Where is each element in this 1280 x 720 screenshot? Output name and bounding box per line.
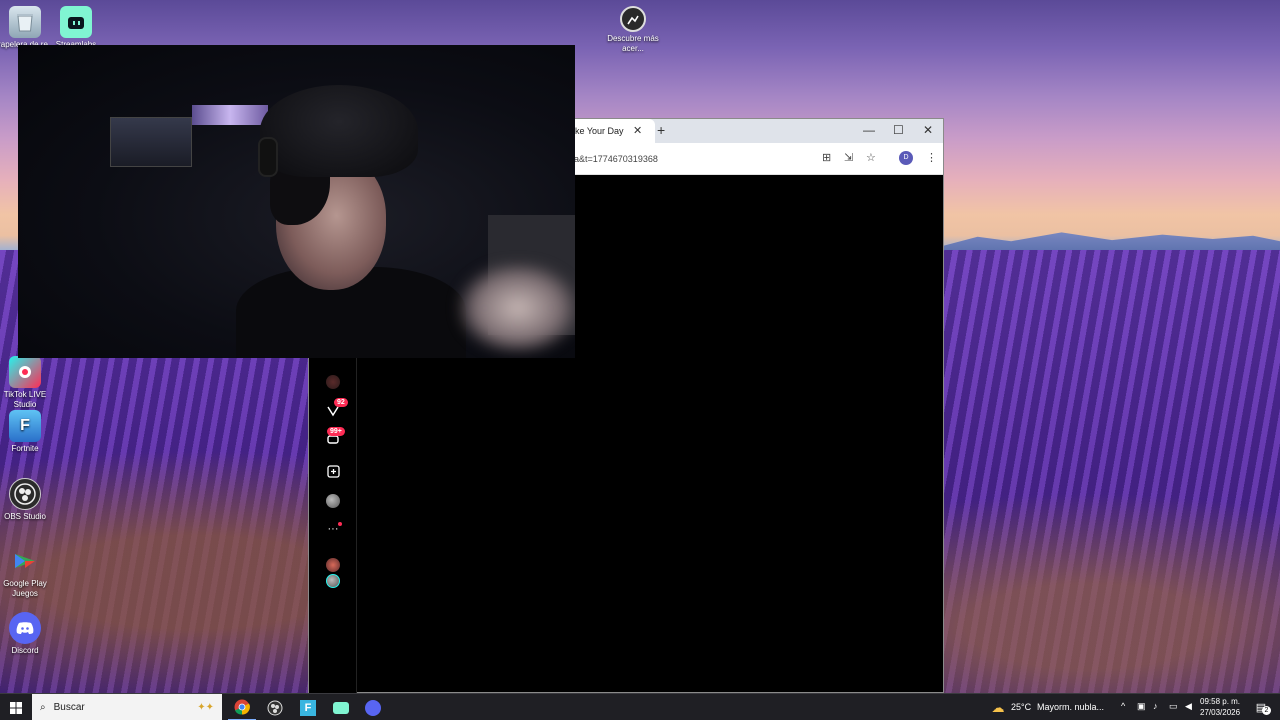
taskbar-chrome[interactable] (228, 694, 256, 720)
desktop-icon-google-play[interactable]: Google Play Juegos (0, 545, 58, 599)
start-button[interactable] (4, 694, 28, 720)
profile-avatar[interactable]: D (899, 151, 913, 165)
notification-dot (338, 522, 342, 526)
following-avatar-icon (326, 558, 340, 572)
desktop-icon-label: OBS Studio (4, 512, 46, 521)
taskbar-streamlabs[interactable] (327, 694, 355, 720)
weather-text: Mayorm. nubla... (1037, 702, 1105, 712)
fortnite-icon: F (9, 410, 41, 442)
mountains (944, 232, 1280, 250)
taskbar-fortnite[interactable]: F (294, 694, 322, 720)
cloud-sun-icon: ☁ (991, 699, 1005, 715)
obs-icon (9, 478, 41, 510)
taskbar-discord[interactable] (359, 694, 387, 720)
person-hand (458, 263, 575, 353)
messages-badge: 92 (334, 398, 348, 407)
fortnite-icon: F (300, 699, 316, 716)
sidebar-activity-item[interactable]: 92 (323, 398, 348, 421)
taskbar-search[interactable]: ⌕ Buscar ✦✦ (32, 694, 222, 720)
background-monitor (192, 105, 268, 125)
discord-icon (9, 612, 41, 644)
new-tab-button[interactable]: + (657, 122, 665, 138)
more-icon: ··· (327, 523, 339, 535)
meet-icon[interactable]: ▣ (1137, 701, 1146, 712)
minimize-icon[interactable]: — (863, 123, 875, 137)
streamlabs-icon (60, 6, 92, 38)
search-placeholder: Buscar (53, 702, 85, 713)
sparkle-icon: ✦✦ (197, 702, 214, 713)
sidebar-upload-item[interactable] (323, 461, 343, 481)
volume-icon[interactable]: ◀ (1185, 701, 1192, 712)
discord-icon (365, 699, 381, 716)
tab-title: ke Your Day (575, 126, 624, 136)
search-icon: ⌕ (40, 702, 46, 713)
live-avatar-icon (326, 375, 340, 389)
taskbar-obs[interactable] (261, 694, 289, 720)
translate-icon[interactable]: ⊞ (822, 151, 831, 164)
desktop-icon-fortnite[interactable]: F Fortnite (0, 410, 58, 454)
sidebar-following-avatars[interactable] (323, 553, 343, 593)
sidebar-live-item[interactable] (323, 372, 343, 392)
discover-icon (620, 6, 646, 32)
headset (258, 137, 278, 177)
url-text[interactable]: a&t=1774670319368 (574, 154, 658, 164)
obs-icon (267, 700, 283, 715)
desktop-icon-label: Fortnite (11, 444, 39, 453)
desktop-icon-discover[interactable]: Descubre más acer... (600, 6, 666, 54)
person-cap (260, 85, 418, 177)
google-play-games-icon (9, 545, 41, 577)
desktop-icon-label: Descubre más acer... (607, 34, 659, 53)
streamlabs-icon (333, 701, 349, 714)
taskbar: ⌕ Buscar ✦✦ F ☁ 25°C Mayorm. nubla... ^ … (0, 693, 1280, 720)
desktop-icon-label: TikTok LIVE Studio (3, 390, 47, 409)
weather-widget[interactable]: ☁ (988, 694, 1008, 720)
menu-kebab-icon[interactable]: ⋮ (926, 151, 937, 164)
clock-date[interactable]: 27/03/2026 (1200, 708, 1240, 717)
sidebar-profile-item[interactable] (323, 491, 343, 511)
install-app-icon[interactable]: ⇲ (844, 151, 853, 164)
profile-avatar-icon (326, 494, 340, 508)
desktop-icon-tiktok-live[interactable]: TikTok LIVE Studio (0, 356, 58, 410)
close-tab-icon[interactable]: ✕ (633, 124, 642, 137)
upload-plus-icon (326, 464, 340, 478)
chrome-icon (234, 699, 250, 715)
desktop-icon-discord[interactable]: Discord (0, 612, 58, 656)
chevron-up-icon[interactable]: ^ (1121, 701, 1125, 711)
bookmark-star-icon[interactable]: ☆ (866, 151, 876, 164)
close-window-icon[interactable]: ✕ (923, 123, 933, 137)
following-avatar-icon (326, 574, 340, 588)
recycle-bin-icon (9, 6, 41, 38)
weather-temp: 25°C (1011, 702, 1032, 712)
network-icon[interactable]: ▭ (1169, 701, 1178, 712)
desktop-icon-label: Google Play Juegos (3, 579, 47, 598)
tiktok-live-icon (9, 356, 41, 388)
mic-icon[interactable]: ♪ (1153, 701, 1158, 711)
desktop-icon-label: Discord (11, 646, 39, 655)
desktop-icon-obs[interactable]: OBS Studio (0, 478, 58, 522)
windows-icon (10, 701, 22, 714)
clock-time[interactable]: 09:58 p. m. (1200, 697, 1240, 706)
notification-count: 2 (1262, 706, 1271, 715)
background-monitor (110, 117, 192, 167)
sidebar-more-item[interactable]: ··· (323, 519, 343, 539)
webcam-overlay (18, 45, 575, 358)
sidebar-inbox-item[interactable]: 99+ (323, 427, 345, 450)
inbox-badge: 99+ (327, 427, 345, 436)
maximize-icon[interactable]: ☐ (893, 123, 904, 137)
desktop-icon-streamlabs[interactable]: Streamlabs (43, 6, 109, 50)
notification-center[interactable]: ▤ 2 (1250, 694, 1272, 720)
